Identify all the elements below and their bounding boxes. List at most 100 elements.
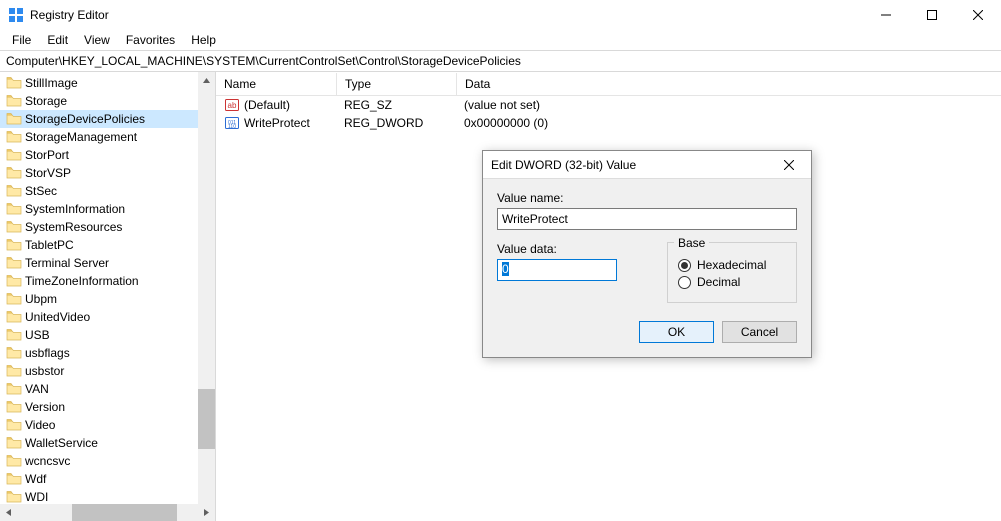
tree-item[interactable]: USB: [0, 326, 215, 344]
tree-item-label: Video: [25, 418, 55, 432]
radio-hexadecimal[interactable]: Hexadecimal: [678, 258, 786, 272]
folder-icon: [6, 148, 22, 162]
tree-item[interactable]: StillImage: [0, 74, 215, 92]
tree-scroll-thumb[interactable]: [198, 389, 215, 449]
tree-item[interactable]: Wdf: [0, 470, 215, 488]
tree-item[interactable]: TimeZoneInformation: [0, 272, 215, 290]
menu-view[interactable]: View: [76, 31, 118, 49]
tree-item[interactable]: UnitedVideo: [0, 308, 215, 326]
dialog-titlebar[interactable]: Edit DWORD (32-bit) Value: [483, 151, 811, 179]
value-data-input[interactable]: 0: [497, 259, 617, 281]
tree-item[interactable]: StorageDevicePolicies: [0, 110, 215, 128]
value-row[interactable]: ab(Default)REG_SZ(value not set): [216, 96, 1001, 114]
ok-button[interactable]: OK: [639, 321, 714, 343]
value-data-text: 0: [502, 262, 509, 276]
cancel-button[interactable]: Cancel: [722, 321, 797, 343]
scroll-up-button[interactable]: [198, 72, 215, 89]
tree-item[interactable]: WalletService: [0, 434, 215, 452]
value-name-input[interactable]: [497, 208, 797, 230]
tree-item[interactable]: Terminal Server: [0, 254, 215, 272]
folder-icon: [6, 292, 22, 306]
dialog-close-button[interactable]: [775, 151, 803, 179]
menu-file[interactable]: File: [4, 31, 39, 49]
tree-hscroll-thumb[interactable]: [72, 504, 177, 521]
binary-value-icon: 011110: [224, 115, 240, 131]
tree-item-label: usbflags: [25, 346, 70, 360]
tree-item-label: StSec: [25, 184, 57, 198]
folder-icon: [6, 418, 22, 432]
tree-item-label: Terminal Server: [25, 256, 109, 270]
value-name: (Default): [244, 98, 290, 112]
tree-item-label: StorageDevicePolicies: [25, 112, 145, 126]
tree-item-label: SystemResources: [25, 220, 122, 234]
menu-help[interactable]: Help: [183, 31, 224, 49]
edit-dword-dialog: Edit DWORD (32-bit) Value Value name: Va…: [482, 150, 812, 358]
folder-icon: [6, 166, 22, 180]
registry-tree[interactable]: StillImageStorage StorageDevicePolicies St…: [0, 72, 215, 506]
value-type: REG_DWORD: [336, 115, 456, 131]
tree-item[interactable]: StorPort: [0, 146, 215, 164]
scroll-left-button[interactable]: [0, 504, 17, 521]
window-controls: [863, 0, 1001, 30]
folder-icon: [6, 202, 22, 216]
scroll-right-button[interactable]: [198, 504, 215, 521]
tree-item[interactable]: usbflags: [0, 344, 215, 362]
menu-bar: File Edit View Favorites Help: [0, 30, 1001, 50]
value-data: 0x00000000 (0): [456, 115, 1001, 131]
tree-item-label: usbstor: [25, 364, 64, 378]
folder-icon: [6, 364, 22, 378]
tree-hscroll-track[interactable]: [17, 504, 198, 521]
minimize-button[interactable]: [863, 0, 909, 30]
folder-icon: [6, 256, 22, 270]
column-type[interactable]: Type: [336, 73, 456, 95]
tree-item[interactable]: StSec: [0, 182, 215, 200]
folder-icon: [6, 220, 22, 234]
tree-item[interactable]: Storage: [0, 92, 215, 110]
tree-item-label: TimeZoneInformation: [25, 274, 139, 288]
values-list[interactable]: ab(Default)REG_SZ(value not set)011110 Wr…: [216, 96, 1001, 132]
menu-edit[interactable]: Edit: [39, 31, 76, 49]
tree-item[interactable]: Video: [0, 416, 215, 434]
tree-item[interactable]: Ubpm: [0, 290, 215, 308]
tree-item[interactable]: SystemResources: [0, 218, 215, 236]
radio-hex-icon: [678, 259, 691, 272]
address-path: Computer\HKEY_LOCAL_MACHINE\SYSTEM\Curre…: [6, 54, 521, 68]
tree-item[interactable]: wcncsvc: [0, 452, 215, 470]
maximize-button[interactable]: [909, 0, 955, 30]
svg-text:110: 110: [228, 124, 236, 130]
tree-horizontal-scrollbar[interactable]: [0, 504, 215, 521]
tree-item-label: TabletPC: [25, 238, 74, 252]
radio-decimal[interactable]: Decimal: [678, 275, 786, 289]
tree-item[interactable]: usbstor: [0, 362, 215, 380]
tree-vertical-scrollbar[interactable]: [198, 72, 215, 521]
radio-hex-label: Hexadecimal: [697, 258, 766, 272]
tree-scroll-track[interactable]: [198, 89, 215, 504]
tree-item-label: Ubpm: [25, 292, 57, 306]
menu-favorites[interactable]: Favorites: [118, 31, 183, 49]
column-name[interactable]: Name: [216, 73, 336, 95]
folder-icon: [6, 346, 22, 360]
tree-item-label: USB: [25, 328, 50, 342]
address-bar[interactable]: Computer\HKEY_LOCAL_MACHINE\SYSTEM\Curre…: [0, 50, 1001, 72]
tree-item[interactable]: StorVSP: [0, 164, 215, 182]
folder-icon: [6, 274, 22, 288]
tree-item[interactable]: TabletPC: [0, 236, 215, 254]
value-name: WriteProtect: [244, 116, 310, 130]
value-row[interactable]: 011110 WriteProtect REG_DWORD0x00000000 (0…: [216, 114, 1001, 132]
tree-item-label: StorVSP: [25, 166, 71, 180]
radio-dec-icon: [678, 276, 691, 289]
tree-item[interactable]: StorageManagement: [0, 128, 215, 146]
value-data-label: Value data:: [497, 242, 647, 256]
tree-item[interactable]: Version: [0, 398, 215, 416]
column-data[interactable]: Data: [456, 73, 1001, 95]
values-header: Name Type Data: [216, 72, 1001, 96]
tree-item[interactable]: SystemInformation: [0, 200, 215, 218]
folder-icon: [6, 490, 22, 504]
folder-icon: [6, 400, 22, 414]
value-data: (value not set): [456, 97, 1001, 113]
close-button[interactable]: [955, 0, 1001, 30]
tree-item[interactable]: VAN: [0, 380, 215, 398]
folder-icon: [6, 382, 22, 396]
folder-icon: [6, 472, 22, 486]
tree-item-label: Wdf: [25, 472, 46, 486]
